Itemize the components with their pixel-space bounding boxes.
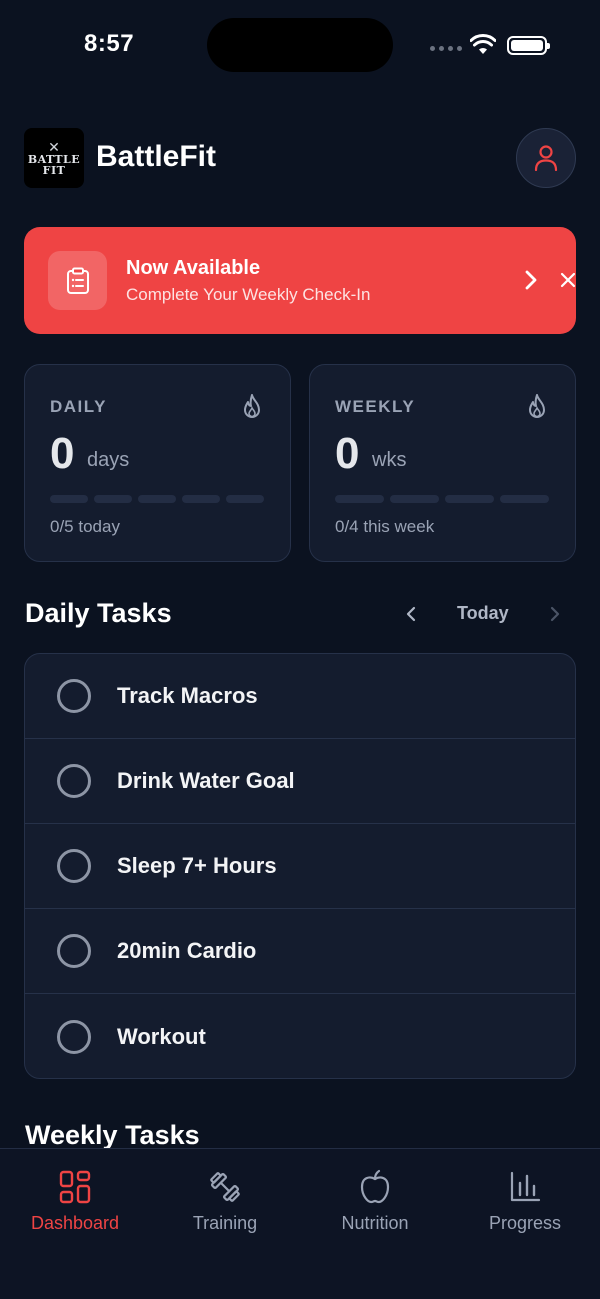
- daily-streak-unit: days: [87, 449, 130, 471]
- app-title: BattleFit: [96, 140, 216, 173]
- day-selector-label[interactable]: Today: [457, 603, 509, 624]
- daily-streak-card: DAILY 0 days 0/5 today: [24, 364, 291, 562]
- task-row-workout[interactable]: Workout: [25, 994, 575, 1078]
- progress-segment: [390, 495, 439, 503]
- weekly-checkin-banner[interactable]: Now Available Complete Your Weekly Check…: [24, 227, 576, 334]
- task-label: Workout: [117, 1023, 206, 1049]
- dumbbell-icon: [210, 1172, 240, 1202]
- progress-segment: [335, 495, 384, 503]
- weekly-streak-card: WEEKLY 0 wks 0/4 this week: [309, 364, 576, 562]
- daily-task-list: Track Macros Drink Water Goal Sleep 7+ H…: [24, 653, 576, 1079]
- task-checkbox[interactable]: [57, 764, 91, 798]
- banner-subtitle: Complete Your Weekly Check-In: [126, 285, 371, 304]
- progress-segment: [50, 495, 88, 503]
- progress-segment: [500, 495, 549, 503]
- daily-progress-text: 0/5 today: [50, 517, 120, 536]
- logo-text-bottom: FIT: [42, 164, 66, 177]
- clipboard-icon-container: [48, 251, 107, 310]
- progress-segment: [226, 495, 264, 503]
- progress-segment: [138, 495, 176, 503]
- bottom-tab-bar: Dashboard Training Nutrition Progress: [0, 1148, 600, 1299]
- task-label: Sleep 7+ Hours: [117, 853, 277, 878]
- chevron-left-icon[interactable]: [404, 604, 418, 624]
- daily-streak-value: 0: [50, 429, 75, 478]
- status-bar: 8:57: [0, 0, 600, 90]
- weekly-streak-value: 0: [335, 429, 360, 478]
- task-label: 20min Cardio: [117, 938, 257, 963]
- weekly-progress-segments: [335, 495, 549, 503]
- progress-segment: [445, 495, 494, 503]
- banner-title: Now Available: [126, 257, 261, 279]
- task-checkbox[interactable]: [57, 1019, 91, 1054]
- battery-icon: [507, 36, 550, 55]
- cellular-signal-icon: [430, 46, 462, 51]
- daily-streak-label: DAILY: [50, 397, 107, 416]
- task-row-drink-water[interactable]: Drink Water Goal: [25, 739, 575, 824]
- task-row-sleep[interactable]: Sleep 7+ Hours: [25, 824, 575, 909]
- clipboard-icon: [66, 267, 89, 294]
- profile-button[interactable]: [516, 128, 576, 188]
- chevron-right-icon[interactable]: [548, 604, 562, 624]
- tab-progress[interactable]: Progress: [450, 1149, 600, 1249]
- tab-training[interactable]: Training: [150, 1149, 300, 1249]
- close-icon[interactable]: [559, 271, 577, 289]
- wifi-icon: [470, 34, 496, 54]
- tab-label: Dashboard: [30, 1213, 120, 1233]
- weekly-streak-label: WEEKLY: [335, 397, 416, 416]
- tab-label: Nutrition: [341, 1213, 409, 1233]
- flame-icon: [529, 394, 545, 418]
- crossed-axes-icon: ✕: [48, 139, 60, 155]
- progress-segment: [94, 495, 132, 503]
- task-row-track-macros[interactable]: Track Macros: [25, 654, 575, 739]
- bar-chart-icon: [510, 1171, 541, 1202]
- task-checkbox[interactable]: [57, 934, 91, 968]
- dashboard-grid-icon: [59, 1170, 91, 1204]
- tab-nutrition[interactable]: Nutrition: [300, 1149, 450, 1249]
- status-time: 8:57: [84, 30, 135, 57]
- task-label: Drink Water Goal: [117, 768, 295, 793]
- apple-icon: [360, 1169, 390, 1204]
- dynamic-island: [207, 18, 393, 72]
- task-checkbox[interactable]: [57, 679, 91, 713]
- daily-tasks-title: Daily Tasks: [25, 598, 172, 628]
- flame-icon: [244, 394, 260, 418]
- task-label: Track Macros: [117, 683, 258, 708]
- chevron-right-icon[interactable]: [521, 269, 541, 291]
- weekly-streak-unit: wks: [372, 449, 407, 471]
- tab-dashboard[interactable]: Dashboard: [0, 1149, 150, 1249]
- app-logo: ✕ BATTLE FIT: [24, 128, 84, 188]
- tab-label: Progress: [488, 1213, 562, 1233]
- task-checkbox[interactable]: [57, 849, 91, 883]
- user-icon: [534, 145, 558, 171]
- daily-progress-segments: [50, 495, 264, 503]
- weekly-progress-text: 0/4 this week: [335, 517, 435, 536]
- weekly-tasks-title: Weekly Tasks: [25, 1120, 200, 1150]
- tab-label: Training: [192, 1213, 258, 1233]
- task-row-cardio[interactable]: 20min Cardio: [25, 909, 575, 994]
- progress-segment: [182, 495, 220, 503]
